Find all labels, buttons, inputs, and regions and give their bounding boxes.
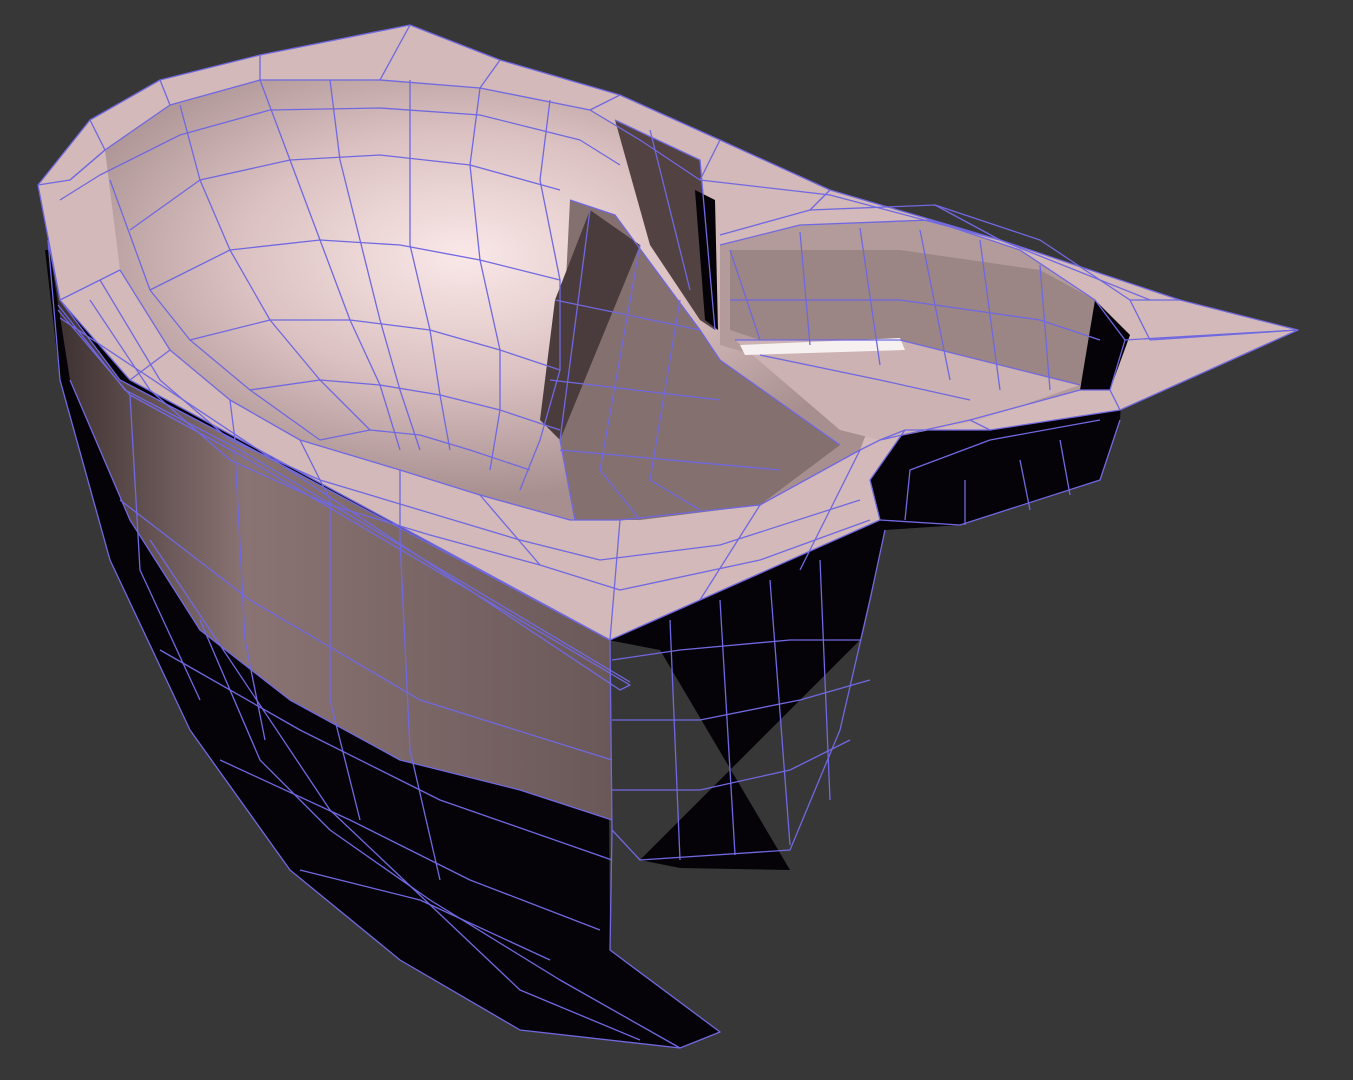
viewport-canvas[interactable] — [0, 0, 1353, 1080]
bathtub-mesh[interactable] — [37, 24, 1299, 1049]
3d-viewport[interactable] — [0, 0, 1353, 1080]
